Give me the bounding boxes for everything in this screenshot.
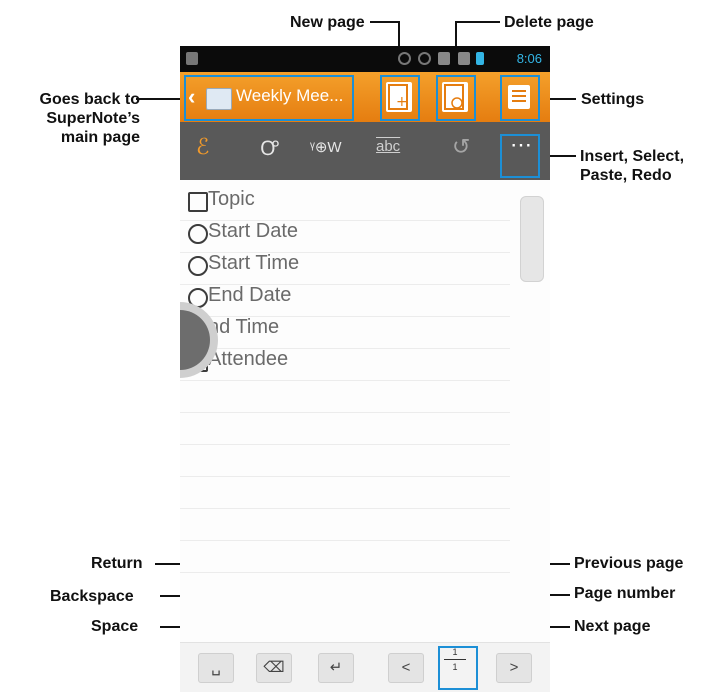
undo-icon[interactable]: ↺ [452, 134, 470, 160]
template-item-label: Start Date [208, 220, 299, 242]
clock-icon [188, 256, 208, 276]
callout-settings: Settings [581, 91, 645, 108]
template-item-end-time[interactable]: nd Time [188, 316, 508, 348]
template-item-label: Topic [208, 188, 255, 210]
callout-delete-page: Delete page [504, 14, 594, 31]
highlight-insert [500, 134, 540, 178]
previous-page-button[interactable]: < [388, 653, 424, 683]
callout-goes-back-line1: Goes back to [39, 91, 140, 108]
callout-next-page: Next page [574, 618, 651, 635]
callout-return: Return [91, 555, 143, 572]
alarm-icon [418, 52, 431, 65]
callout-insert-line2: Paste, Redo [580, 167, 672, 184]
keyboard-mode-button[interactable]: abc [376, 138, 400, 155]
highlight-settings [500, 75, 540, 121]
status-time: 8:06 [516, 51, 542, 66]
highlight-new-page [380, 75, 420, 121]
space-key[interactable]: ␣ [198, 653, 234, 683]
leader-delete-page-h [455, 21, 500, 23]
callout-goes-back-line3: main page [60, 129, 140, 146]
highlight-delete-page [436, 75, 476, 121]
sync-icon [398, 52, 411, 65]
scroll-thumb[interactable] [520, 196, 544, 282]
clock-icon [188, 224, 208, 244]
phone-screen: 8:06 ‹ Weekly Mee... + ℰ Ꝍ ᵞ⊕W abc ↺ ⋯ T… [180, 46, 550, 692]
handwriting-icon[interactable]: Ꝍ [260, 134, 279, 161]
template-item-label: Attendee [208, 348, 289, 370]
template-item-label: Start Time [208, 252, 300, 274]
callout-insert-line1: Insert, Select, [580, 148, 685, 165]
ruled-line [180, 412, 510, 413]
template-item-label: nd Time [208, 316, 280, 338]
callout-goes-back-line2: SuperNote’s [46, 110, 140, 127]
template-item-start-time[interactable]: Start Time [188, 252, 508, 284]
ruled-line [180, 540, 510, 541]
next-page-button[interactable]: > [496, 653, 532, 683]
note-canvas[interactable]: Topic Start Date Start Time End Date nd … [180, 180, 550, 692]
status-bar: 8:06 [180, 46, 550, 72]
gallery-icon [186, 52, 198, 65]
backspace-key[interactable]: ⌫ [256, 653, 292, 683]
highlight-back [184, 75, 354, 121]
template-item-attendee[interactable]: Attendee [188, 348, 508, 380]
ruled-line [180, 380, 510, 381]
clock-icon [188, 288, 208, 308]
ruled-line [180, 444, 510, 445]
bottom-key-bar: ␣ ⌫ ↵ < 1 1 > [180, 642, 550, 692]
callout-page-number: Page number [574, 585, 676, 602]
template-item-end-date[interactable]: End Date [188, 284, 508, 316]
wifi-icon [438, 52, 450, 65]
pen-tool-icon[interactable]: ℰ [196, 134, 209, 160]
callout-space: Space [91, 618, 139, 635]
template-item-label: End Date [208, 284, 292, 306]
ruled-line [180, 476, 510, 477]
topic-icon [188, 192, 208, 212]
leader-new-page-h [370, 21, 400, 23]
handwriting-to-text-button[interactable]: ᵞ⊕W [310, 138, 342, 156]
ruled-line [180, 508, 510, 509]
callout-insert: Insert, Select, Paste, Redo [580, 147, 684, 185]
leader-back [136, 98, 186, 100]
signal-icon [458, 52, 470, 65]
template-item-topic[interactable]: Topic [188, 188, 508, 220]
ruled-line [180, 572, 510, 573]
callout-goes-back: Goes back to SuperNote’s main page [15, 90, 140, 147]
battery-icon [476, 52, 484, 65]
callout-new-page: New page [290, 14, 365, 31]
return-key[interactable]: ↵ [318, 653, 354, 683]
callout-backspace: Backspace [50, 588, 134, 605]
highlight-page-number [438, 646, 478, 690]
edit-toolbar: ℰ Ꝍ ᵞ⊕W abc ↺ ⋯ [180, 122, 550, 181]
template-item-start-date[interactable]: Start Date [188, 220, 508, 252]
callout-previous-page: Previous page [574, 555, 684, 572]
